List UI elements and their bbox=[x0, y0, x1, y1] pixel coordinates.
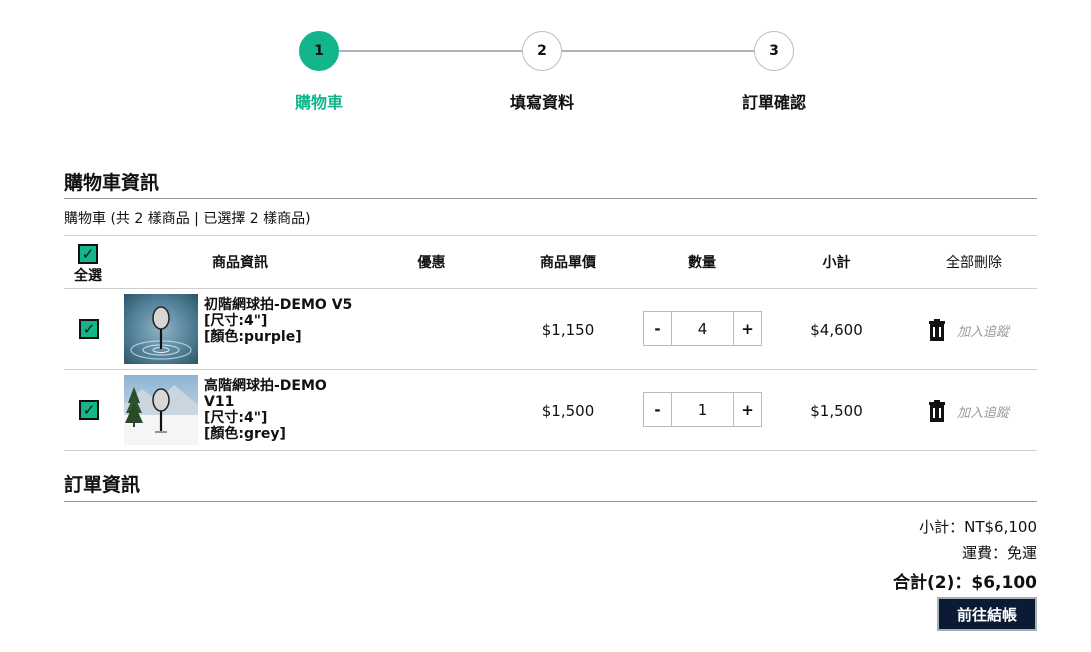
order-total: 合計(2)：$6,100 bbox=[893, 573, 1037, 593]
product-size: [尺寸:4"] bbox=[204, 410, 268, 426]
product-thumbnail[interactable] bbox=[124, 375, 198, 445]
row-unit-price: $1,150 bbox=[541, 320, 595, 339]
product-info: 初階網球拍-DEMO V5 [尺寸:4"] [顏色:purple] bbox=[204, 297, 354, 345]
cart-table-header: ✓ 全選 商品資訊 優惠 商品單價 數量 小計 全部刪除 bbox=[64, 236, 1037, 288]
step-1-label: 購物車 bbox=[294, 93, 343, 112]
qty-increase-button[interactable]: + bbox=[734, 393, 761, 426]
step-connector-2 bbox=[562, 50, 754, 52]
step-3-circle: 3 bbox=[754, 31, 794, 71]
row-subtotal: $4,600 bbox=[810, 320, 863, 339]
qty-input[interactable]: 4 bbox=[671, 312, 734, 345]
trash-icon[interactable] bbox=[928, 319, 946, 341]
select-all-checkbox[interactable]: ✓ bbox=[78, 244, 98, 264]
qty-decrease-button[interactable]: - bbox=[644, 312, 671, 345]
delete-all-button[interactable]: 全部刪除 bbox=[924, 236, 1024, 288]
header-subtotal: 小計 bbox=[822, 255, 851, 271]
select-all[interactable]: ✓ 全選 bbox=[64, 244, 112, 285]
product-size: [尺寸:4"] bbox=[204, 313, 268, 329]
header-discount: 優惠 bbox=[417, 255, 446, 271]
row-subtotal: $1,500 bbox=[810, 401, 863, 420]
row-checkbox[interactable]: ✓ bbox=[79, 400, 99, 420]
order-section-title: 訂單資訊 bbox=[64, 474, 141, 496]
step-2-circle: 2 bbox=[522, 31, 562, 71]
table-row: ✓ 初階網球拍-DEMO V5 [尺寸:4"] [顏色:purple] $1,1… bbox=[64, 289, 1037, 370]
qty-decrease-button[interactable]: - bbox=[644, 393, 671, 426]
select-all-label: 全選 bbox=[74, 268, 102, 284]
product-color: [顏色:purple] bbox=[204, 329, 302, 345]
header-quantity: 數量 bbox=[688, 255, 716, 271]
row-discount bbox=[394, 289, 469, 370]
step-connector-1 bbox=[339, 50, 522, 52]
cart-section-title: 購物車資訊 bbox=[64, 172, 160, 194]
product-thumbnail[interactable] bbox=[124, 294, 198, 364]
order-subtotal: 小計：NT$6,100 bbox=[919, 518, 1037, 536]
header-unit-price: 商品單價 bbox=[540, 255, 596, 271]
add-to-tracking-link[interactable]: 加入追蹤 bbox=[957, 402, 1009, 421]
step-3-label: 訂單確認 bbox=[741, 93, 806, 112]
row-discount bbox=[394, 370, 469, 451]
order-title-divider bbox=[64, 501, 1037, 502]
table-row: ✓ 高階網球拍-DEMO V11 [尺寸:4"] [顏色:grey] $1,50… bbox=[64, 370, 1037, 451]
qty-input[interactable]: 1 bbox=[671, 393, 734, 426]
row-unit-price: $1,500 bbox=[541, 401, 595, 420]
row-checkbox[interactable]: ✓ bbox=[79, 319, 99, 339]
trash-icon[interactable] bbox=[928, 400, 946, 422]
add-to-tracking-link[interactable]: 加入追蹤 bbox=[957, 321, 1009, 340]
product-name[interactable]: 初階網球拍-DEMO V5 bbox=[204, 297, 354, 313]
check-icon: ✓ bbox=[82, 400, 96, 419]
product-info: 高階網球拍-DEMO V11 [尺寸:4"] [顏色:grey] bbox=[204, 378, 354, 442]
step-1-circle: 1 bbox=[299, 31, 339, 71]
order-shipping: 運費：免運 bbox=[961, 544, 1037, 562]
product-name[interactable]: 高階網球拍-DEMO V11 bbox=[204, 378, 354, 410]
check-icon: ✓ bbox=[82, 319, 96, 338]
check-icon: ✓ bbox=[81, 244, 95, 263]
checkout-button[interactable]: 前往結帳 bbox=[937, 597, 1037, 631]
quantity-stepper: - 4 + bbox=[643, 311, 762, 346]
cart-summary: 購物車 (共 2 樣商品 | 已選擇 2 樣商品) bbox=[64, 211, 311, 227]
checkout-stepper: 1 2 3 購物車 填寫資料 訂單確認 bbox=[0, 0, 1091, 130]
cart-title-divider bbox=[64, 198, 1037, 199]
header-product-info: 商品資訊 bbox=[212, 255, 268, 271]
table-bottom-divider bbox=[64, 450, 1037, 451]
quantity-stepper: - 1 + bbox=[643, 392, 762, 427]
qty-increase-button[interactable]: + bbox=[734, 312, 761, 345]
step-2-label: 填寫資料 bbox=[509, 93, 574, 112]
product-color: [顏色:grey] bbox=[204, 426, 286, 442]
